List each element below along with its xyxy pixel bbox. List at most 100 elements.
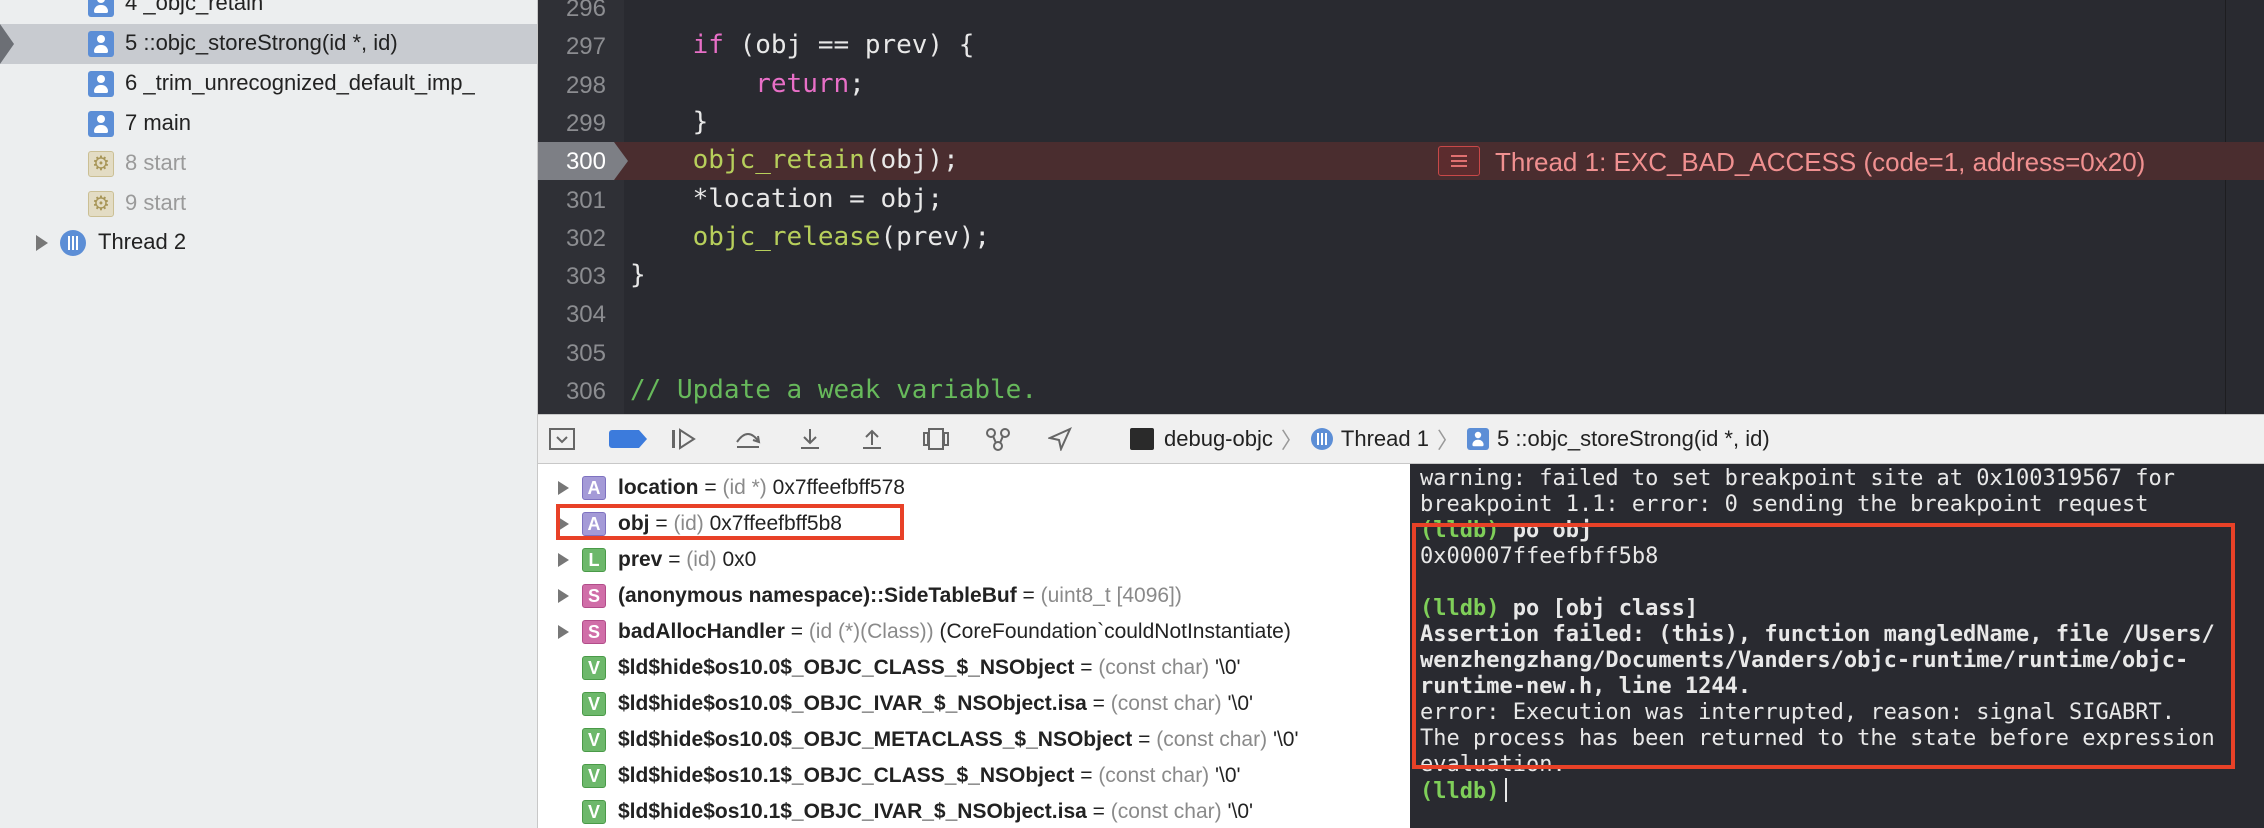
variable-kind-icon: S <box>582 584 606 608</box>
variable-row[interactable]: V $ld$hide$os10.0$_OBJC_CLASS_$_NSObject … <box>538 650 1410 686</box>
variable-type: (id (*)(Class)) <box>808 620 934 643</box>
code-line: 296 <box>538 0 2264 27</box>
source-editor[interactable]: 296 297 if (obj == prev) {298 return; 299 … <box>538 0 2264 414</box>
variable-text: $ld$hide$os10.0$_OBJC_METACLASS_$_NSObje… <box>618 728 1299 751</box>
variable-row[interactable]: V $ld$hide$os10.0$_OBJC_METACLASS_$_NSObj… <box>538 722 1410 758</box>
user-frame-icon <box>1466 428 1489 450</box>
person-icon <box>94 75 108 93</box>
stack-frame-label: 5 ::objc_storeStrong(id *, id) <box>125 30 398 55</box>
simulate-location-icon[interactable] <box>1044 425 1076 453</box>
variable-type: (const char) <box>1110 800 1222 823</box>
code-line: 302 objc_release(prev); <box>538 219 2264 257</box>
code-line: 299 } <box>538 104 2264 142</box>
disclosure-triangle-icon[interactable] <box>558 625 569 639</box>
step-over-icon[interactable] <box>732 425 764 453</box>
error-badge-icon[interactable] <box>1438 146 1480 177</box>
line-number: 301 <box>565 186 606 214</box>
gear-icon: ⚙ <box>92 153 110 175</box>
line-number: 296 <box>565 0 606 22</box>
thread-2-row[interactable]: Thread 2 <box>0 223 537 263</box>
stack-frame-label: 7 main <box>125 110 192 135</box>
hide-debug-area-icon[interactable] <box>546 425 578 453</box>
line-number: 304 <box>565 301 606 329</box>
breadcrumb-frame[interactable]: 5 ::objc_storeStrong(id *, id) <box>1497 426 1770 452</box>
system-frame-icon: ⚙ <box>88 151 114 177</box>
line-number: 297 <box>565 33 606 61</box>
variable-name: $ld$hide$os10.1$_OBJC_CLASS_$_NSObject <box>618 764 1075 787</box>
stack-frame-label: 9 start <box>125 190 187 215</box>
variable-value: '\0' <box>1227 800 1254 823</box>
code-line: 305 <box>538 334 2264 372</box>
variable-row[interactable]: Alocation = (id *) 0x7ffeefbff578 <box>538 470 1410 506</box>
console-line: breakpoint 1.1: error: 0 sending the bre… <box>1420 492 2148 517</box>
code-text: return; <box>755 68 865 99</box>
error-message: Thread 1: EXC_BAD_ACCESS (code=1, addres… <box>1495 147 2146 178</box>
variable-row[interactable]: SbadAllocHandler = (id (*)(Class)) (Core… <box>538 614 1410 650</box>
selected-frame-indicator <box>0 24 14 64</box>
variable-value: '\0' <box>1215 764 1241 787</box>
code-line: 304 <box>538 295 2264 333</box>
console-text: warning: failed to set breakpoint site a… <box>1420 466 2175 491</box>
code-text: objc_release(prev); <box>692 221 991 252</box>
code-text: } <box>630 106 709 137</box>
breadcrumb-target[interactable]: debug-objc <box>1164 426 1273 452</box>
variable-value: '\0' <box>1227 692 1254 715</box>
stack-frame-row[interactable]: 5 ::objc_storeStrong(id *, id) <box>0 24 537 64</box>
variable-text: badAllocHandler = (id (*)(Class)) (CoreF… <box>618 620 1291 643</box>
line-number: 302 <box>565 224 606 252</box>
variable-text: $ld$hide$os10.1$_OBJC_CLASS_$_NSObject =… <box>618 764 1241 787</box>
view-hierarchy-icon[interactable] <box>920 425 952 453</box>
stack-frame-row[interactable]: ⚙ 8 start <box>0 144 537 184</box>
line-number: 303 <box>565 263 606 291</box>
breadcrumb-thread[interactable]: Thread 1 <box>1341 426 1429 452</box>
breakpoints-toggle-icon[interactable] <box>608 425 647 453</box>
breadcrumb-separator: 〉 <box>1280 428 1303 453</box>
step-out-icon[interactable] <box>856 425 888 453</box>
variable-row[interactable]: S (anonymous namespace)::SideTableBuf = (… <box>538 578 1410 614</box>
stack-frame-row[interactable]: 4 _objc_retain <box>0 0 537 24</box>
variable-row[interactable]: V $ld$hide$os10.1$_OBJC_CLASS_$_NSObject … <box>538 758 1410 794</box>
line-number: 299 <box>565 109 606 137</box>
variable-type: (const char) <box>1098 656 1210 679</box>
obj-highlight-box <box>556 504 904 540</box>
variable-value: 0x0 <box>722 548 757 571</box>
code-line: 301 *location = obj; <box>538 181 2264 219</box>
disclosure-triangle-icon[interactable] <box>558 481 569 495</box>
variable-text: $ld$hide$os10.0$_OBJC_IVAR_$_NSObject.is… <box>618 692 1254 715</box>
variable-text: (anonymous namespace)::SideTableBuf = (u… <box>618 584 1182 607</box>
stack-frame-row[interactable]: 6 _trim_unrecognized_default_imp_ <box>0 64 537 104</box>
variable-type: (id) <box>686 548 717 571</box>
code-text: objc_retain(obj); <box>692 145 959 176</box>
user-frame-icon <box>88 111 114 137</box>
variable-kind-icon: A <box>582 476 606 500</box>
variable-kind-icon: V <box>582 692 606 716</box>
user-frame-icon <box>88 71 114 97</box>
variable-name: prev <box>618 548 663 571</box>
code-line: 306 // Update a weak variable. <box>538 372 2264 410</box>
error-line: 300 objc_retain(obj); Thread 1: EXC_BAD_A… <box>538 142 2264 181</box>
code-text: // Update a weak variable. <box>630 375 1037 405</box>
console-highlight-box <box>1412 523 2235 769</box>
person-icon <box>94 0 108 13</box>
code-text: } <box>630 260 646 291</box>
line-number: 306 <box>565 378 606 405</box>
variable-name: $ld$hide$os10.0$_OBJC_IVAR_$_NSObject.is… <box>618 692 1087 715</box>
disclosure-triangle-icon[interactable] <box>558 589 569 603</box>
variable-value: '\0' <box>1272 728 1299 751</box>
stack-frame-row[interactable]: ⚙ 9 start <box>0 184 537 224</box>
variable-row[interactable]: Lprev = (id) 0x0 <box>538 542 1410 578</box>
variable-row[interactable]: V $ld$hide$os10.1$_OBJC_IVAR_$_NSObject.i… <box>538 794 1410 828</box>
variable-type: (const char) <box>1110 692 1222 715</box>
user-frame-icon <box>88 31 114 57</box>
variable-kind-icon: L <box>582 548 606 572</box>
variable-name: location <box>618 476 699 499</box>
terminal-icon <box>1130 428 1154 450</box>
disclosure-triangle-icon[interactable] <box>558 553 569 567</box>
step-into-icon[interactable] <box>794 425 826 453</box>
variable-name: $ld$hide$os10.1$_OBJC_IVAR_$_NSObject.is… <box>618 800 1087 823</box>
disclosure-triangle-icon[interactable] <box>36 235 48 251</box>
variable-row[interactable]: V $ld$hide$os10.0$_OBJC_IVAR_$_NSObject.i… <box>538 686 1410 722</box>
memory-graph-icon[interactable] <box>982 425 1014 453</box>
continue-icon[interactable] <box>668 425 700 453</box>
stack-frame-row[interactable]: 7 main <box>0 104 537 144</box>
